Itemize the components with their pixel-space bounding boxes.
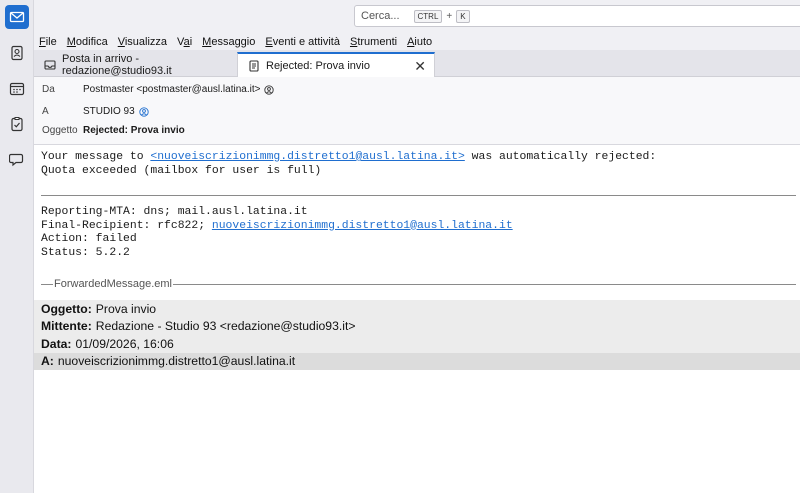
tab-message-label: Rejected: Prova invio xyxy=(266,59,370,72)
menu-vai[interactable]: Vai xyxy=(177,36,192,48)
from-value[interactable]: Postmaster <postmaster@ausl.latina.it> xyxy=(83,84,260,95)
action-line: Action: failed xyxy=(41,233,137,245)
notice-text-start: Your message to xyxy=(41,151,151,163)
message-icon xyxy=(248,59,260,72)
menu-messaggio[interactable]: Messaggio xyxy=(202,36,255,48)
menu-aiuto[interactable]: Aiuto xyxy=(407,36,432,48)
delivery-status: Reporting-MTA: dns; mail.ausl.latina.it … xyxy=(41,206,513,260)
forwarded-subject-value: Prova invio xyxy=(95,301,157,316)
inbox-icon xyxy=(44,59,56,71)
menu-strumenti[interactable]: Strumenti xyxy=(350,36,397,48)
address-book-icon xyxy=(11,45,23,61)
close-icon[interactable]: ✕ xyxy=(414,58,426,75)
tab-message[interactable]: Rejected: Prova invio ✕ xyxy=(237,52,435,77)
separator xyxy=(41,195,796,196)
shortcut-key-ctrl: CTRL xyxy=(413,9,443,23)
final-recipient-label: Final-Recipient: rfc822; xyxy=(41,219,212,232)
quota-line: Quota exceeded (mailbox for user is full… xyxy=(41,164,322,177)
reporting-mta: Reporting-MTA: dns; mail.ausl.latina.it xyxy=(41,206,308,218)
menu-modifica[interactable]: Modifica xyxy=(67,36,108,48)
forwarded-date-label: Data: xyxy=(41,336,72,351)
mail-icon xyxy=(9,11,25,23)
forwarded-subject-row: Oggetto: Prova invio xyxy=(34,300,800,318)
forwarded-message-label[interactable]: ForwardedMessage.eml xyxy=(53,278,173,290)
subject-value: Rejected: Prova invio xyxy=(83,125,185,136)
to-label: A xyxy=(42,106,49,117)
calendar-space-button[interactable] xyxy=(5,77,29,101)
forwarded-sender-label: Mittente: xyxy=(41,319,92,334)
forwarded-subject-label: Oggetto: xyxy=(41,301,92,316)
forwarded-sender-value: Redazione - Studio 93 <redazione@studio9… xyxy=(95,319,356,334)
forwarded-to-value: nuoveiscrizionimmg.distretto1@ausl.latin… xyxy=(57,354,296,369)
search-placeholder: Cerca... xyxy=(361,10,400,22)
calendar-icon xyxy=(9,82,25,96)
search-input[interactable]: Cerca... CTRL + K xyxy=(354,5,800,27)
shortcut-plus: + xyxy=(446,10,453,22)
tab-inbox[interactable]: Posta in arrivo - redazione@studio93.it xyxy=(34,52,235,77)
rejection-notice: Your message to <nuoveiscrizionimmg.dist… xyxy=(41,151,656,178)
tab-bar: Posta in arrivo - redazione@studio93.it … xyxy=(34,50,800,77)
menu-bar: File Modifica Visualizza Vai Messaggio E… xyxy=(34,33,800,50)
recipient-link[interactable]: <nuoveiscrizionimmg.distretto1@ausl.lati… xyxy=(150,151,464,163)
forwarded-headers: Oggetto: Prova invio Mittente: Redazione… xyxy=(34,300,800,370)
tasks-space-button[interactable] xyxy=(5,112,29,136)
menu-file[interactable]: File xyxy=(39,36,57,48)
from-label: Da xyxy=(42,84,55,95)
message-body: Your message to <nuoveiscrizionimmg.dist… xyxy=(34,145,800,493)
spaces-toolbar xyxy=(0,0,34,493)
final-recipient-link[interactable]: nuoveiscrizionimmg.distretto1@ausl.latin… xyxy=(212,220,513,232)
title-bar: Cerca... CTRL + K xyxy=(34,0,800,33)
to-value[interactable]: STUDIO 93 xyxy=(83,106,135,117)
chat-icon xyxy=(9,153,24,167)
forwarded-date-value: 01/09/2026, 16:06 xyxy=(75,336,174,351)
forwarded-to-row: A: nuoveiscrizionimmg.distretto1@ausl.la… xyxy=(34,352,800,370)
forwarded-date-row: Data: 01/09/2026, 16:06 xyxy=(34,335,800,353)
tab-inbox-label: Posta in arrivo - redazione@studio93.it xyxy=(62,52,172,77)
subject-label: Oggetto xyxy=(42,125,78,136)
forwarded-message-divider: ForwardedMessage.eml xyxy=(41,278,796,290)
menu-visualizza[interactable]: Visualizza xyxy=(118,36,167,48)
message-header: Da Postmaster <postmaster@ausl.latina.it… xyxy=(34,77,800,145)
tasks-icon xyxy=(11,117,23,132)
forwarded-sender-row: Mittente: Redazione - Studio 93 <redazio… xyxy=(34,318,800,336)
contact-in-addressbook-icon[interactable] xyxy=(139,106,149,117)
status-line: Status: 5.2.2 xyxy=(41,246,130,259)
address-book-space-button[interactable] xyxy=(5,41,29,65)
contact-icon[interactable] xyxy=(264,84,275,95)
mail-space-button[interactable] xyxy=(5,5,29,29)
shortcut-key-k: K xyxy=(456,9,470,23)
forwarded-to-label: A: xyxy=(41,354,54,369)
chat-space-button[interactable] xyxy=(5,147,29,171)
menu-eventi[interactable]: Eventi e attività xyxy=(265,36,340,48)
notice-text-end: was automatically rejected: xyxy=(464,151,657,163)
